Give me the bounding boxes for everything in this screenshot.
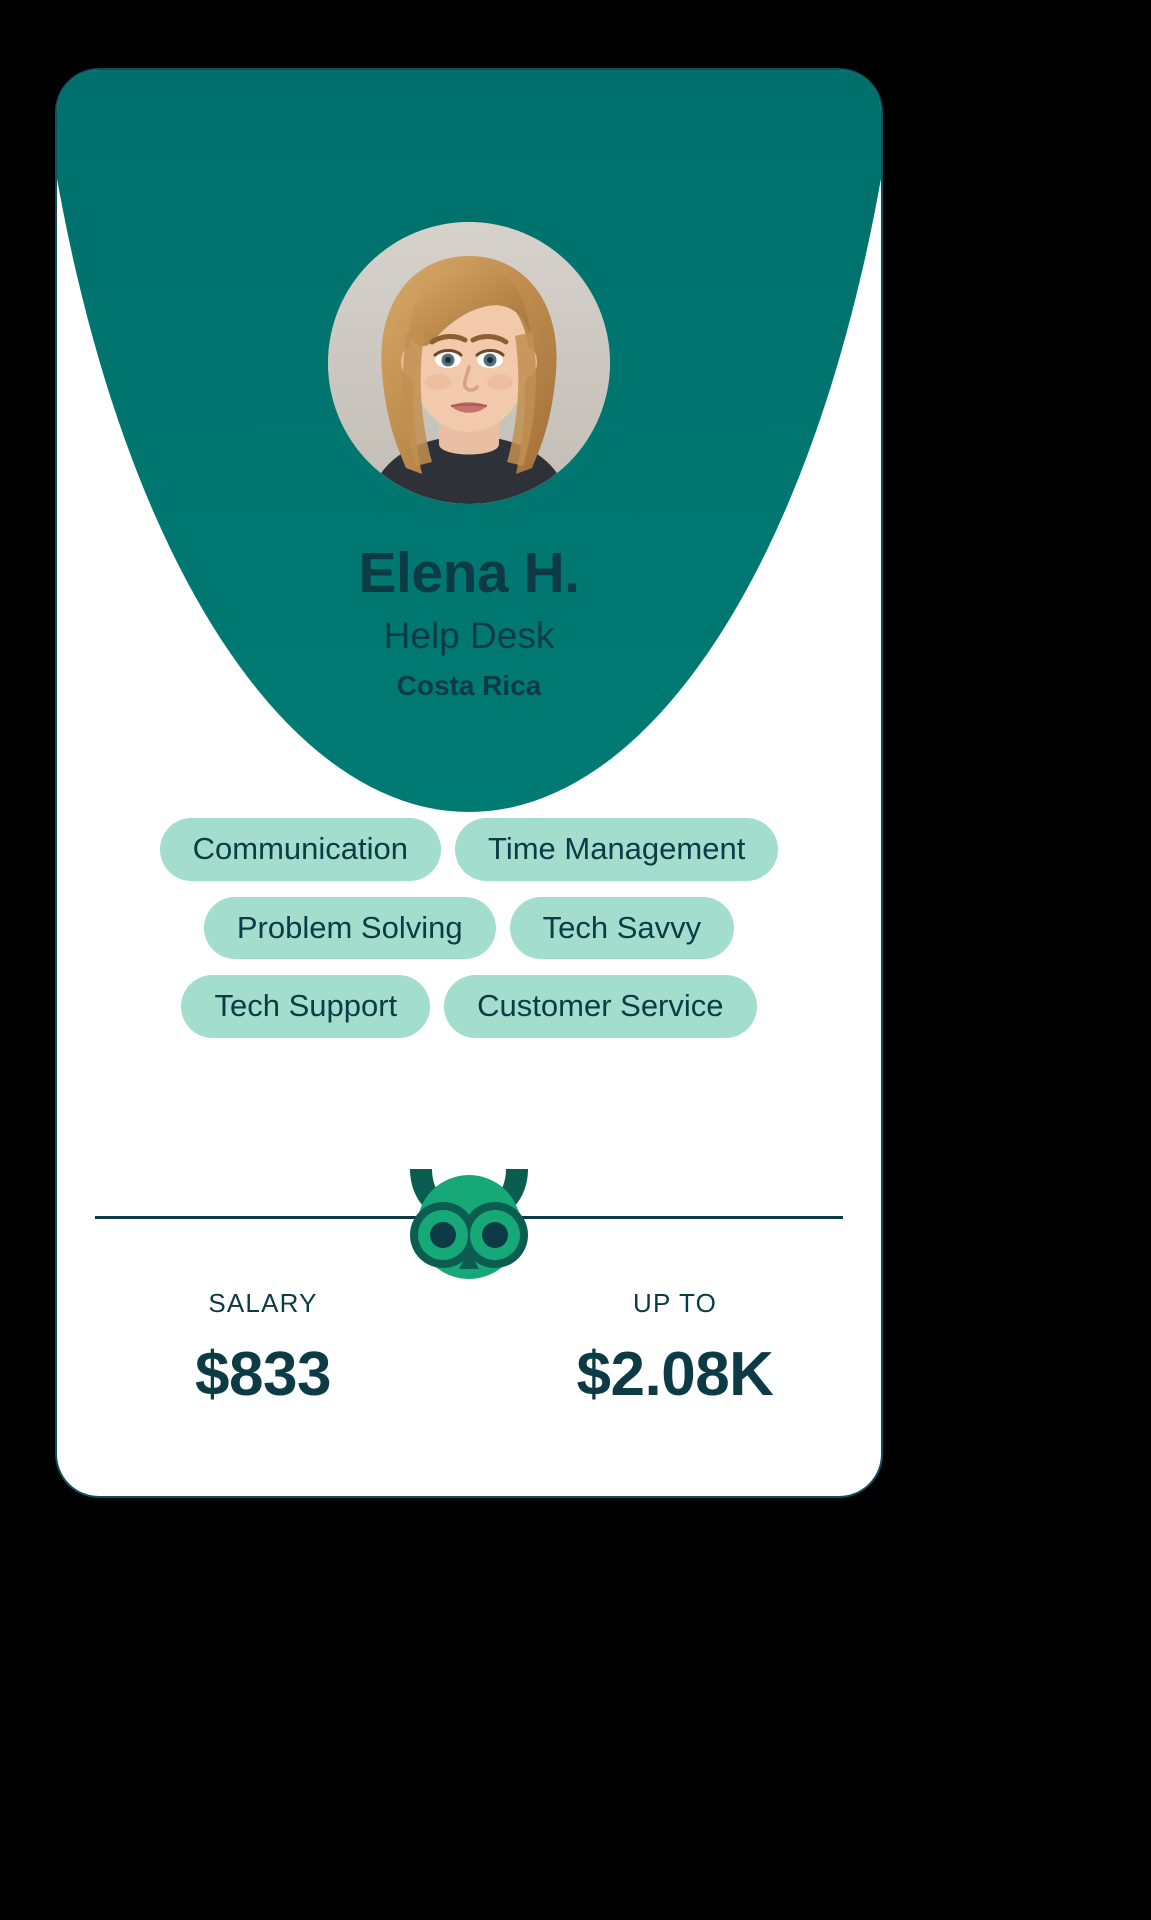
profile-identity: Elena H. Help Desk Costa Rica — [57, 543, 881, 702]
salary-value: $2.08K — [576, 1340, 774, 1410]
salary-label: SALARY — [208, 1288, 318, 1318]
skill-pill-list: Communication Time Management Problem Solv… — [101, 818, 837, 1039]
screenshot-stage: Elena H. Help Desk Costa Rica Communicat… — [0, 0, 1151, 1920]
avatar — [328, 222, 610, 504]
skill-pill[interactable]: Customer Service — [444, 975, 757, 1039]
skill-pill[interactable]: Problem Solving — [203, 896, 496, 960]
skill-pill[interactable]: Tech Support — [181, 975, 431, 1039]
salary-value: $833 — [195, 1340, 331, 1410]
person-role: Help Desk — [383, 615, 555, 657]
skill-pill[interactable]: Time Management — [455, 818, 779, 881]
owl-logo-icon — [402, 1165, 536, 1283]
salary-label: UP TO — [632, 1288, 718, 1318]
skill-pill[interactable]: Tech Savvy — [509, 896, 735, 960]
person-name: Elena H. — [358, 541, 580, 605]
salary-section: SALARY $833 UP TO $2.08K — [57, 1288, 881, 1409]
salary-column: UP TO $2.08K — [469, 1288, 881, 1409]
person-country: Costa Rica — [396, 669, 542, 701]
salary-column: SALARY $833 — [57, 1288, 469, 1409]
talent-profile-card[interactable]: Elena H. Help Desk Costa Rica Communicat… — [55, 68, 883, 1498]
divider-section — [57, 1165, 881, 1285]
skill-pill[interactable]: Communication — [159, 818, 442, 881]
